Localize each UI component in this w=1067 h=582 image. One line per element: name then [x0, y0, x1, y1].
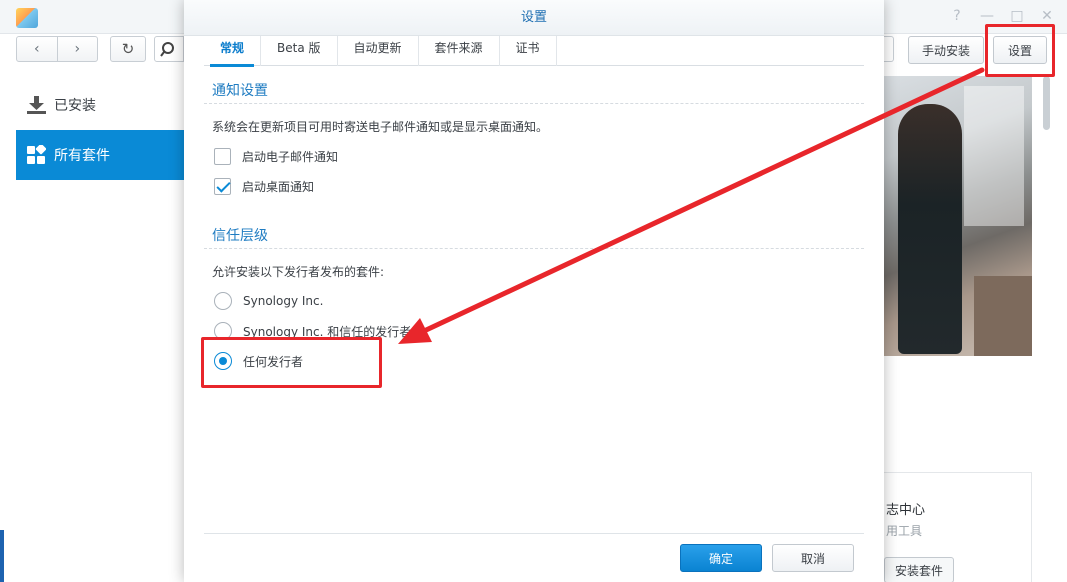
search-icon — [160, 42, 174, 57]
sidebar-item-installed[interactable]: 已安装 — [16, 80, 184, 130]
notify-section-title: 通知设置 — [212, 83, 268, 99]
forward-button[interactable]: › — [56, 37, 98, 61]
scrollbar-thumb[interactable] — [1043, 76, 1050, 130]
settings-dialog: 设置 常规 Beta 版 自动更新 套件来源 证书 通知设置 系统会在更新项目可… — [184, 0, 884, 582]
sidebar-item-all-packages[interactable]: 所有套件 — [16, 130, 184, 180]
window-controls: ? — □ ✕ — [949, 8, 1055, 24]
section-divider — [204, 103, 864, 104]
trust-option-label: 任何发行者 — [243, 354, 304, 369]
refresh-icon: ↻ — [121, 40, 135, 58]
desktop-notify-checkbox[interactable] — [214, 177, 231, 195]
email-notify-checkbox[interactable] — [214, 147, 231, 165]
close-icon[interactable]: ✕ — [1039, 8, 1055, 24]
chevron-right-icon: › — [74, 41, 81, 57]
trust-section-title: 信任层级 — [212, 228, 268, 244]
maximize-icon[interactable]: □ — [1009, 8, 1025, 24]
package-card[interactable]: 志中心 用工具 安装套件 — [884, 472, 1032, 582]
dialog-tabs: 常规 Beta 版 自动更新 套件来源 证书 — [204, 36, 864, 67]
trust-option-synology-trusted[interactable]: Synology Inc. 和信任的发行者 — [214, 321, 411, 341]
sidebar-item-label: 已安装 — [54, 98, 96, 114]
sidebar: 已安装 所有套件 — [0, 70, 184, 582]
download-icon — [26, 95, 46, 115]
tab-general[interactable]: 常规 — [204, 36, 262, 67]
package-title: 志中心 — [886, 503, 926, 518]
minimize-icon[interactable]: — — [979, 8, 995, 24]
trust-option-any-publisher[interactable]: 任何发行者 — [214, 351, 303, 371]
package-center-app-icon — [16, 8, 38, 28]
desktop-notify-option[interactable]: 启动桌面通知 — [214, 176, 314, 196]
package-subtitle: 用工具 — [886, 524, 923, 538]
dialog-footer-divider — [204, 533, 864, 534]
section-divider — [204, 248, 864, 249]
chevron-left-icon: ‹ — [33, 41, 40, 57]
notify-description: 系统会在更新项目可用时寄送电子邮件通知或是显示桌面通知。 — [212, 120, 549, 134]
back-button[interactable]: ‹ — [17, 37, 57, 61]
dialog-title: 设置 — [184, 0, 884, 36]
cancel-button[interactable]: 取消 — [772, 544, 854, 572]
refresh-button[interactable]: ↻ — [110, 36, 146, 62]
settings-button[interactable]: 设置 — [993, 36, 1047, 64]
tab-certificate[interactable]: 证书 — [500, 36, 557, 66]
trust-option-label: Synology Inc. 和信任的发行者 — [243, 324, 412, 339]
tab-auto-update[interactable]: 自动更新 — [338, 36, 419, 66]
trust-option-label: Synology Inc. — [243, 294, 324, 308]
install-package-button[interactable]: 安装套件 — [884, 557, 954, 582]
trust-radio-any-publisher[interactable] — [214, 352, 232, 370]
email-notify-option[interactable]: 启动电子邮件通知 — [214, 146, 338, 166]
grid-icon — [26, 145, 46, 165]
search-input-end[interactable] — [884, 36, 894, 62]
desktop-notify-label: 启动桌面通知 — [242, 179, 315, 194]
trust-description: 允许安装以下发行者发布的套件: — [212, 265, 385, 279]
email-notify-label: 启动电子邮件通知 — [242, 149, 339, 164]
trust-option-synology[interactable]: Synology Inc. — [214, 291, 323, 311]
featured-banner-image[interactable] — [884, 76, 1032, 356]
sidebar-item-label: 所有套件 — [54, 148, 110, 164]
help-icon[interactable]: ? — [949, 8, 965, 24]
manual-install-button[interactable]: 手动安装 — [908, 36, 984, 64]
tab-package-sources[interactable]: 套件来源 — [419, 36, 500, 66]
tab-beta[interactable]: Beta 版 — [261, 36, 338, 66]
nav-button-group: ‹ › — [16, 36, 98, 62]
trust-radio-synology[interactable] — [214, 292, 232, 310]
desktop-edge — [0, 530, 4, 582]
search-input[interactable] — [154, 36, 184, 62]
trust-radio-synology-trusted[interactable] — [214, 322, 232, 340]
ok-button[interactable]: 确定 — [680, 544, 762, 572]
